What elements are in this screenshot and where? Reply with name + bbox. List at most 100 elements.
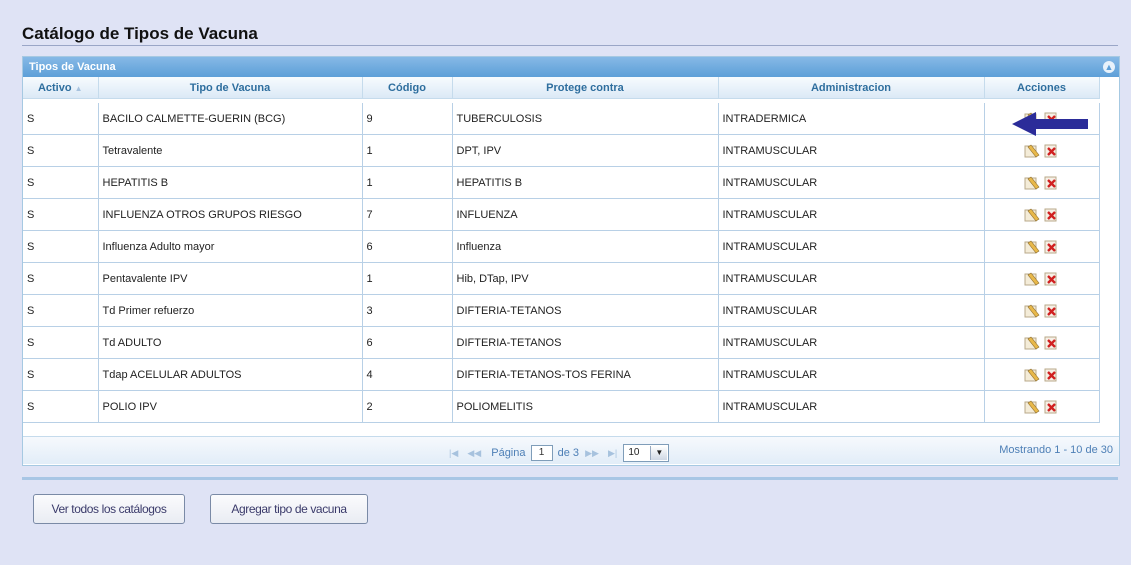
cell-protege: TUBERCULOSIS: [452, 103, 719, 135]
cell-protege: DIFTERIA-TETANOS-TOS FERINA: [452, 358, 719, 391]
grid-caption-label: Tipos de Vacuna: [29, 61, 116, 73]
table-row[interactable]: S HEPATITIS B 1 HEPATITIS B INTRAMUSCULAR: [23, 166, 1100, 199]
cell-acciones: [984, 326, 1100, 359]
prev-page-icon[interactable]: ◀◀: [467, 448, 481, 458]
delete-icon[interactable]: [1043, 240, 1059, 254]
edit-pencil-icon[interactable]: [1024, 240, 1040, 254]
cell-activo: S: [23, 358, 99, 391]
cell-codigo: 1: [362, 262, 453, 295]
cell-acciones: [984, 262, 1100, 295]
table-row[interactable]: S Td ADULTO 6 DIFTERIA-TETANOS INTRAMUSCULAR: [23, 326, 1100, 359]
cell-codigo: 9: [362, 103, 453, 135]
edit-pencil-icon[interactable]: [1024, 144, 1040, 158]
table-row[interactable]: S Td Primer refuerzo 3 DIFTERIA-TETANOS INTR…: [23, 294, 1100, 327]
cell-acciones: [984, 134, 1100, 167]
cell-admin: INTRAMUSCULAR: [718, 326, 985, 359]
column-header-administracion[interactable]: Administracion: [718, 77, 985, 99]
cell-codigo: 7: [362, 198, 453, 231]
record-info: Mostrando 1 - 10 de 30: [999, 444, 1113, 456]
grid-caption: Tipos de Vacuna ▲: [23, 57, 1119, 77]
table-row[interactable]: S Tdap ACELULAR ADULTOS 4 DIFTERIA-TETANOS-…: [23, 358, 1100, 391]
next-page-icon[interactable]: ▶▶: [585, 448, 599, 458]
edit-pencil-icon[interactable]: [1024, 400, 1040, 414]
table-row[interactable]: S POLIO IPV 2 POLIOMELITIS INTRAMUSCULAR: [23, 390, 1100, 423]
cell-admin: INTRAMUSCULAR: [718, 390, 985, 423]
page-title: Catálogo de Tipos de Vacuna: [22, 24, 1118, 46]
cell-activo: S: [23, 390, 99, 423]
cell-protege: DIFTERIA-TETANOS: [452, 326, 719, 359]
edit-pencil-icon[interactable]: [1024, 176, 1040, 190]
cell-admin: INTRAMUSCULAR: [718, 198, 985, 231]
cell-tipo: HEPATITIS B: [98, 166, 363, 199]
table-row[interactable]: S Influenza Adulto mayor 6 Influenza INTRAMU…: [23, 230, 1100, 263]
page-of-label: de 3: [557, 446, 580, 459]
cell-acciones: [984, 390, 1100, 423]
delete-icon[interactable]: [1043, 176, 1059, 190]
column-header-activo[interactable]: Activo ▲: [23, 77, 99, 99]
edit-pencil-icon[interactable]: [1024, 208, 1040, 222]
cell-tipo: Td ADULTO: [98, 326, 363, 359]
edit-pencil-icon[interactable]: [1024, 272, 1040, 286]
cell-activo: S: [23, 326, 99, 359]
edit-pencil-icon[interactable]: [1024, 304, 1040, 318]
cell-tipo: INFLUENZA OTROS GRUPOS RIESGO: [98, 198, 363, 231]
cell-activo: S: [23, 198, 99, 231]
rows-per-page-select[interactable]: 10 ▼: [623, 444, 670, 462]
cell-activo: S: [23, 262, 99, 295]
divider: [22, 477, 1118, 480]
cell-codigo: 1: [362, 134, 453, 167]
column-header-acciones: Acciones: [984, 77, 1100, 99]
vaccine-types-grid: Tipos de Vacuna ▲ Activo ▲ Tipo de Vacun…: [22, 56, 1120, 466]
cell-codigo: 6: [362, 326, 453, 359]
page-number-input[interactable]: 1: [530, 445, 553, 461]
cell-admin: INTRAMUSCULAR: [718, 262, 985, 295]
edit-pencil-icon[interactable]: [1024, 368, 1040, 382]
cell-admin: INTRAMUSCULAR: [718, 166, 985, 199]
table-row[interactable]: S Pentavalente IPV 1 Hib, DTap, IPV INTRAMUS…: [23, 262, 1100, 295]
add-vaccine-type-button[interactable]: Agregar tipo de vacuna: [210, 494, 368, 524]
column-header-codigo[interactable]: Código: [362, 77, 453, 99]
delete-icon[interactable]: [1043, 272, 1059, 286]
first-page-icon[interactable]: |◀: [449, 448, 458, 458]
cell-protege: Influenza: [452, 230, 719, 263]
cell-acciones: [984, 358, 1100, 391]
table-row[interactable]: S Tetravalente 1 DPT, IPV INTRAMUSCULAR: [23, 134, 1100, 167]
page-label: Página: [491, 446, 526, 459]
chevron-down-icon[interactable]: ▼: [650, 446, 668, 460]
pager: |◀ ◀◀ Página 1 de 3 ▶▶ ▶| 10 ▼ Mostrando…: [23, 436, 1119, 464]
collapse-icon[interactable]: ▲: [1103, 61, 1115, 73]
cell-admin: INTRAMUSCULAR: [718, 134, 985, 167]
column-header-protege[interactable]: Protege contra: [452, 77, 719, 99]
edit-pencil-icon[interactable]: [1024, 336, 1040, 350]
view-all-catalogs-button[interactable]: Ver todos los catálogos: [33, 494, 185, 524]
column-header-tipo[interactable]: Tipo de Vacuna: [98, 77, 363, 99]
delete-icon[interactable]: [1043, 368, 1059, 382]
delete-icon[interactable]: [1043, 336, 1059, 350]
pointer-arrow-icon: [1012, 112, 1088, 136]
pager-controls: |◀ ◀◀ Página 1 de 3 ▶▶ ▶| 10 ▼: [446, 444, 670, 462]
cell-activo: S: [23, 294, 99, 327]
cell-tipo: Tetravalente: [98, 134, 363, 167]
cell-tipo: Td Primer refuerzo: [98, 294, 363, 327]
cell-admin: INTRAMUSCULAR: [718, 358, 985, 391]
cell-activo: S: [23, 230, 99, 263]
cell-tipo: BACILO CALMETTE-GUERIN (BCG): [98, 103, 363, 135]
last-page-icon[interactable]: ▶|: [608, 448, 617, 458]
cell-codigo: 6: [362, 230, 453, 263]
cell-tipo: Influenza Adulto mayor: [98, 230, 363, 263]
grid-body: S BACILO CALMETTE-GUERIN (BCG) 9 TUBERCULOS…: [23, 103, 1100, 423]
cell-codigo: 4: [362, 358, 453, 391]
delete-icon[interactable]: [1043, 208, 1059, 222]
cell-protege: POLIOMELITIS: [452, 390, 719, 423]
cell-protege: DIFTERIA-TETANOS: [452, 294, 719, 327]
delete-icon[interactable]: [1043, 304, 1059, 318]
table-row[interactable]: S BACILO CALMETTE-GUERIN (BCG) 9 TUBERCULOS…: [23, 103, 1100, 135]
delete-icon[interactable]: [1043, 400, 1059, 414]
cell-acciones: [984, 294, 1100, 327]
cell-acciones: [984, 230, 1100, 263]
sort-icon[interactable]: ▲: [75, 84, 83, 93]
table-row[interactable]: S INFLUENZA OTROS GRUPOS RIESGO 7 INFLUENZA…: [23, 198, 1100, 231]
delete-icon[interactable]: [1043, 144, 1059, 158]
cell-codigo: 2: [362, 390, 453, 423]
cell-activo: S: [23, 134, 99, 167]
